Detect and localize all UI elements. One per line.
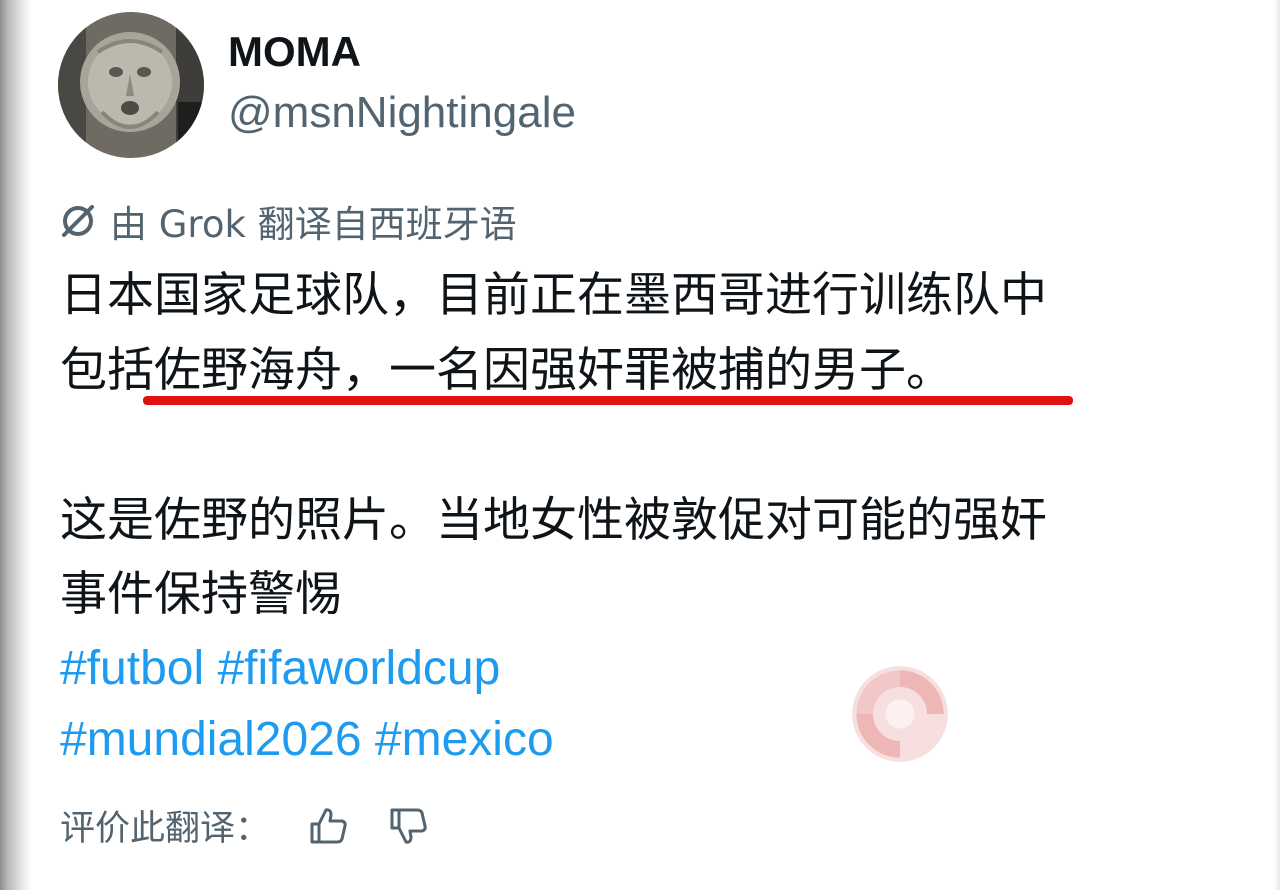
display-name[interactable]: MOMA (228, 28, 361, 76)
rate-translation-label: 评价此翻译： (60, 809, 271, 849)
user-handle[interactable]: @msnNightingale (228, 88, 576, 138)
rate-translation-row: 评价此翻译： (60, 800, 430, 851)
thumbs-up-icon[interactable] (306, 804, 350, 848)
hashtag-row-1: #futbol #fifaworldcup (60, 645, 500, 693)
hashtag-futbol[interactable]: #futbol (60, 642, 204, 695)
avatar[interactable] (58, 12, 204, 158)
tweet-text-line-4: 事件保持警惕 (60, 567, 342, 622)
right-frame-edge (1274, 0, 1280, 890)
left-frame-edge (0, 0, 32, 890)
tweet-text-line-1: 日本国家足球队，目前正在墨西哥进行训练队中 (60, 268, 1047, 323)
tweet-text-line-3: 这是佐野的照片。当地女性被敦促对可能的强奸 (60, 493, 1047, 548)
red-highlight-underline (143, 396, 1073, 405)
hashtag-mexico[interactable]: #mexico (375, 713, 554, 766)
thumbs-down-icon[interactable] (386, 804, 430, 848)
hashtag-mundial2026[interactable]: #mundial2026 (60, 713, 362, 766)
hashtag-fifaworldcup[interactable]: #fifaworldcup (217, 642, 500, 695)
hashtag-row-2: #mundial2026 #mexico (60, 716, 554, 764)
translation-note: 由 Grok 翻译自西班牙语 (58, 194, 517, 248)
avatar-image (58, 12, 204, 158)
translation-note-text: 由 Grok 翻译自西班牙语 (110, 203, 517, 246)
watermark-logo-icon (852, 666, 948, 762)
tweet-text-line-2: 包括佐野海舟，一名因强奸罪被捕的男子。 (60, 343, 953, 398)
grok-icon (62, 205, 94, 237)
